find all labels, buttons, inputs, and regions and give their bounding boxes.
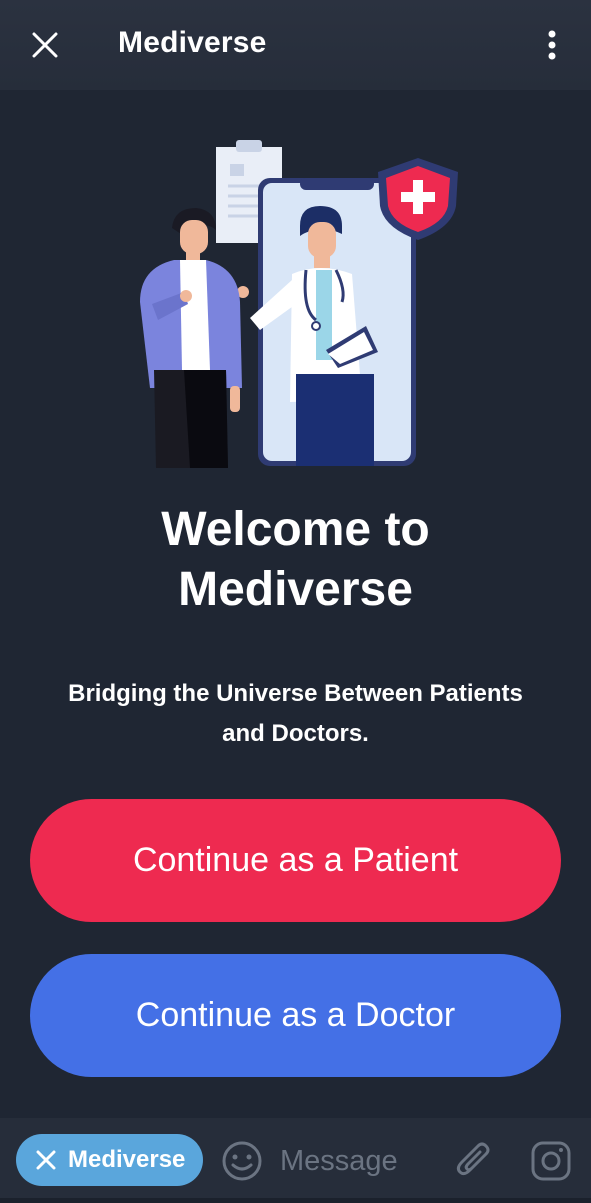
headline-line-2: Mediverse bbox=[178, 563, 413, 616]
message-composer-bar: Mediverse bbox=[0, 1118, 591, 1203]
close-icon bbox=[32, 32, 58, 58]
tagline-line-2: and Doctors. bbox=[222, 720, 369, 747]
paperclip-icon[interactable] bbox=[454, 1140, 494, 1182]
more-vertical-icon bbox=[548, 30, 556, 60]
close-button[interactable] bbox=[22, 22, 68, 68]
app-title: Mediverse bbox=[118, 26, 267, 59]
continue-as-doctor-button[interactable]: Continue as a Doctor bbox=[30, 954, 561, 1077]
headline-line-1: Welcome to bbox=[161, 503, 430, 556]
bot-chip[interactable]: Mediverse bbox=[16, 1134, 203, 1186]
bottom-divider bbox=[0, 1198, 591, 1203]
tagline-line-1: Bridging the Universe Between Patients bbox=[68, 680, 523, 707]
continue-as-doctor-label: Continue as a Doctor bbox=[135, 996, 456, 1034]
welcome-headline: Welcome to Mediverse bbox=[0, 500, 591, 620]
continue-as-patient-label: Continue as a Patient bbox=[132, 841, 459, 879]
top-bar: Mediverse bbox=[0, 0, 591, 90]
menu-button[interactable] bbox=[530, 22, 574, 68]
close-chip-icon bbox=[36, 1150, 56, 1170]
emoji-icon[interactable] bbox=[220, 1139, 264, 1183]
camera-icon[interactable] bbox=[530, 1140, 572, 1182]
bot-chip-label: Mediverse bbox=[68, 1146, 186, 1173]
message-input[interactable] bbox=[280, 1138, 430, 1184]
tagline: Bridging the Universe Between Patients a… bbox=[40, 674, 551, 754]
patient-doctor-illustration bbox=[140, 140, 458, 468]
continue-as-patient-button[interactable]: Continue as a Patient bbox=[30, 799, 561, 922]
